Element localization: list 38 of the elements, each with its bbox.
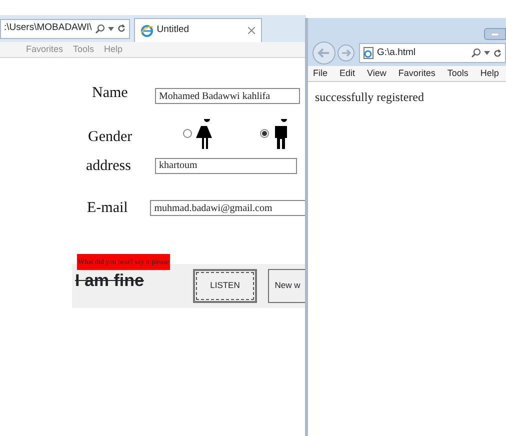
- text-field[interactable]: muhmad.badawi@gmail.com: [150, 200, 306, 216]
- status-message: successfully registered: [315, 90, 424, 104]
- field-label: Name: [92, 84, 129, 103]
- dropdown-icon[interactable]: [108, 26, 114, 30]
- address-bar[interactable]: G:\a.html: [359, 43, 506, 63]
- menu-item[interactable]: Favorites: [398, 66, 436, 80]
- text-field[interactable]: Mohamed Badawwi kahlifa: [155, 88, 300, 104]
- action-button[interactable]: New w: [268, 268, 306, 302]
- search-icon[interactable]: [94, 24, 105, 34]
- page-icon: [363, 47, 374, 59]
- field-label: address: [86, 156, 132, 176]
- radio-button[interactable]: [183, 129, 192, 138]
- address-text: :\Users\MOBADAWI\: [4, 21, 92, 36]
- tab-title: Untitled: [156, 23, 190, 38]
- refresh-icon[interactable]: [493, 48, 502, 58]
- browser-tab[interactable]: Untitled: [134, 18, 262, 42]
- text-field[interactable]: khartoum: [155, 158, 297, 174]
- browser-logo-icon: [140, 24, 153, 36]
- address-text: G:\a.html: [377, 46, 417, 60]
- action-button[interactable]: LISTEN: [193, 268, 257, 302]
- radio-button[interactable]: [260, 129, 269, 138]
- address-bar[interactable]: :\Users\MOBADAWI\: [0, 18, 130, 38]
- menu-item[interactable]: Tools: [447, 66, 468, 80]
- woman-icon: [195, 118, 213, 148]
- menu-item[interactable]: View: [367, 66, 386, 80]
- close-icon[interactable]: [248, 27, 255, 34]
- menu-item[interactable]: File: [313, 66, 328, 80]
- field-label: E-mail: [87, 199, 129, 218]
- minimize-button[interactable]: [484, 28, 506, 40]
- field-label: Gender: [88, 128, 134, 147]
- menu-item[interactable]: Edit: [340, 66, 356, 80]
- search-icon[interactable]: [471, 48, 481, 58]
- refresh-icon[interactable]: [116, 24, 126, 33]
- minimize-icon: [491, 32, 499, 36]
- dropdown-icon[interactable]: [484, 51, 490, 55]
- man-icon: [272, 118, 290, 148]
- menu-item[interactable]: Help: [480, 66, 499, 80]
- answer-text: I am fine: [75, 270, 145, 292]
